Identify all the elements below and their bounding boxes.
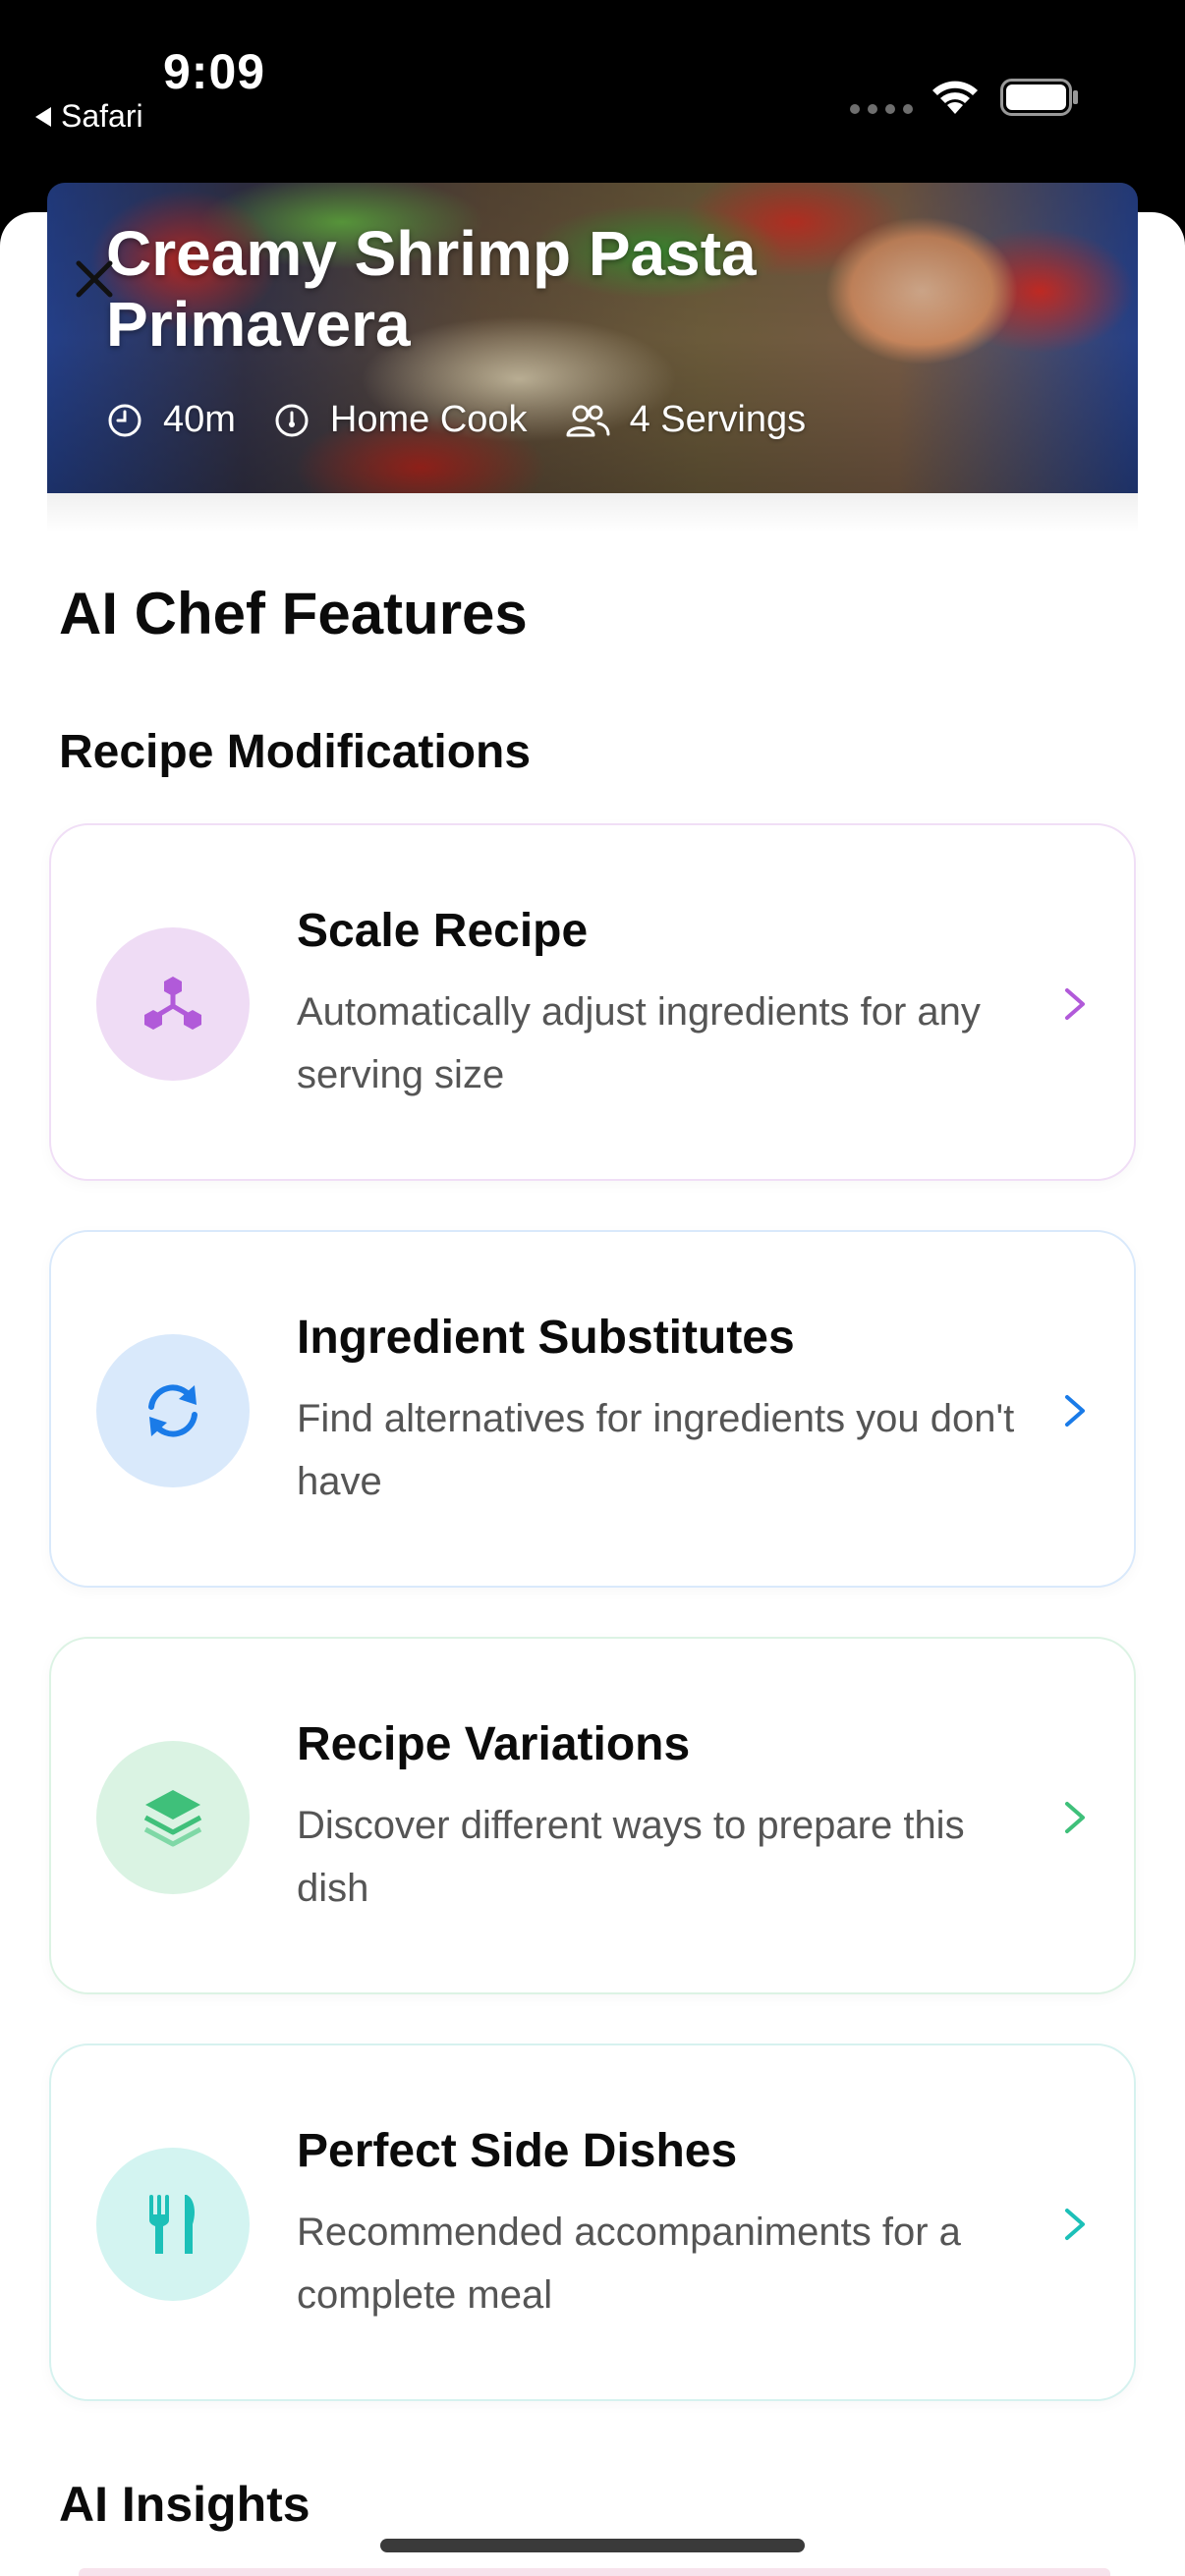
utensils-icon [149, 2195, 195, 2254]
ai-insights-heading: AI Insights [59, 2477, 310, 2532]
feature-description: Recommended accompaniments for a complet… [297, 2211, 961, 2317]
feature-title: Perfect Side Dishes [297, 2125, 738, 2177]
feature-icon-container [96, 1334, 250, 1487]
feature-description: Discover different ways to prepare this … [297, 1804, 965, 1910]
status-time: 9:09 [163, 44, 266, 99]
wifi-icon [932, 81, 978, 114]
feature-card-scale-recipe[interactable]: Scale Recipe Automatically adjust ingred… [49, 823, 1136, 1181]
modifications-subheading: Recipe Modifications [59, 726, 532, 778]
layers-icon [143, 1790, 202, 1847]
recipe-hero-image: Creamy Shrimp Pasta Primavera 40m Home C… [47, 183, 1138, 493]
feature-card-recipe-variations[interactable]: Recipe Variations Discover different way… [49, 1637, 1136, 1994]
gauge-icon [275, 404, 309, 436]
insight-card-peek[interactable] [79, 2568, 1110, 2576]
features-heading: AI Chef Features [59, 581, 528, 646]
hero-shadow [47, 493, 1138, 532]
recipe-title: Creamy Shrimp Pasta Primavera [106, 218, 757, 360]
home-indicator[interactable] [380, 2539, 805, 2552]
feature-icon-container [96, 927, 250, 1081]
feature-title: Scale Recipe [297, 905, 589, 957]
chevron-right-icon [1065, 988, 1085, 1020]
feature-description: Automatically adjust ingredients for any… [297, 990, 981, 1096]
meta-servings-label: 4 Servings [629, 399, 807, 440]
clock-icon [108, 404, 141, 436]
chevron-right-icon [1065, 2209, 1085, 2240]
status-bar: 9:09 Safari [0, 0, 1185, 196]
feature-icon-container [96, 1741, 250, 1894]
meta-time: 40m [106, 399, 236, 441]
battery-icon [1000, 79, 1078, 116]
chevron-right-icon [1065, 1395, 1085, 1427]
back-to-app-button[interactable]: Safari [35, 98, 143, 135]
feature-card-side-dishes[interactable]: Perfect Side Dishes Recommended accompan… [49, 2044, 1136, 2401]
feature-card-ingredient-substitutes[interactable]: Ingredient Substitutes Find alternatives… [49, 1230, 1136, 1588]
chevron-right-icon [1065, 1802, 1085, 1833]
people-icon [566, 405, 610, 436]
cellular-signal-icon [850, 104, 913, 114]
feature-title: Ingredient Substitutes [297, 1312, 795, 1364]
feature-description: Find alternatives for ingredients you do… [297, 1397, 1015, 1503]
back-arrow-icon [35, 106, 51, 127]
feature-title: Recipe Variations [297, 1718, 691, 1770]
meta-difficulty: Home Cook [273, 399, 528, 441]
close-icon[interactable] [71, 255, 118, 303]
meta-servings: 4 Servings [565, 399, 807, 441]
refresh-icon [148, 1384, 198, 1437]
recipe-meta: 40m Home Cook 4 Servings [106, 399, 843, 441]
back-app-label: Safari [61, 98, 143, 134]
feature-icon-container [96, 2148, 250, 2301]
scale-network-icon [144, 977, 201, 1030]
meta-difficulty-label: Home Cook [329, 399, 528, 440]
meta-time-label: 40m [163, 399, 236, 440]
